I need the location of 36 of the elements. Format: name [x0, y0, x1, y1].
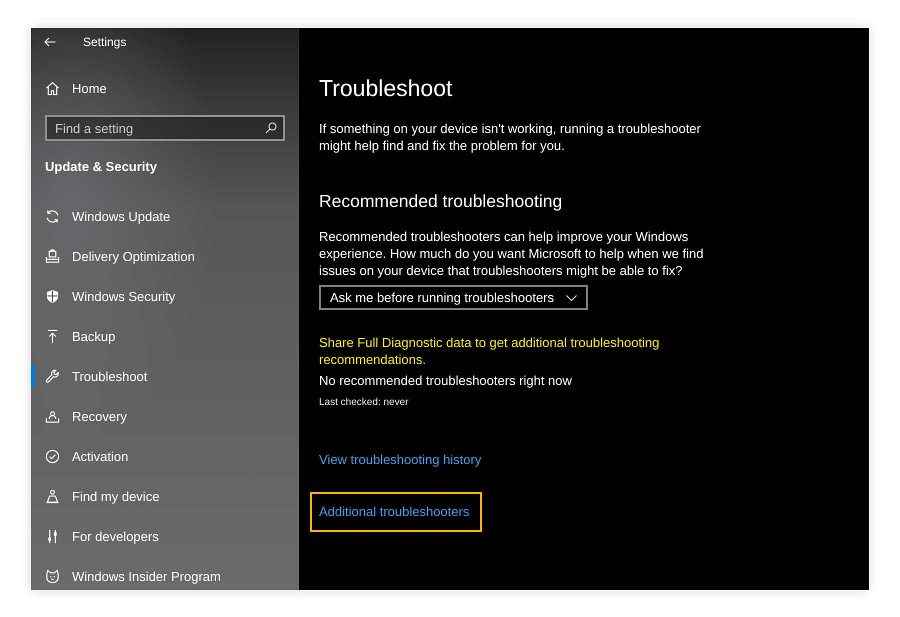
tray-icon: [45, 248, 60, 264]
section-heading: Recommended troubleshooting: [319, 190, 562, 213]
sidebar-item[interactable]: Windows Update: [31, 204, 170, 228]
sidebar-item[interactable]: Delivery Optimization: [31, 244, 195, 268]
sidebar-item[interactable]: Activation: [31, 444, 128, 468]
sidebar-item[interactable]: Recovery: [31, 404, 127, 428]
page-title: Troubleshoot: [319, 74, 452, 103]
search-icon: [265, 122, 277, 134]
upload-arrow-icon: [45, 328, 60, 344]
person-icon: [45, 488, 60, 504]
sidebar-item[interactable]: For developers: [31, 524, 159, 548]
sidebar-item[interactable]: Backup: [31, 324, 116, 348]
diagnostic-data-link[interactable]: Share Full Diagnostic data to get additional troubleshooting recommendations.: [319, 334, 679, 368]
home-icon: [45, 80, 60, 96]
back-arrow-icon: [44, 37, 56, 47]
refresh-icon: [45, 208, 60, 224]
troubleshooting-dropdown[interactable]: Ask me before running troubleshooters: [319, 285, 588, 310]
troubleshooting-link[interactable]: View troubleshooting history: [319, 451, 482, 469]
search-field[interactable]: Find a setting: [45, 115, 285, 141]
sidebar-item[interactable]: Troubleshoot: [31, 364, 148, 388]
wrench-icon: [45, 368, 60, 384]
status-text: No recommended troubleshooters right now: [319, 372, 572, 390]
cat-face-icon: [45, 568, 60, 584]
sidebar-item[interactable]: Windows Insider Program: [31, 564, 221, 588]
chevron-down-icon: [566, 294, 578, 300]
troubleshooting-link[interactable]: Additional troubleshooters: [310, 492, 482, 532]
sidebar-item[interactable]: Find my device: [31, 484, 160, 508]
shield-icon: [45, 288, 60, 304]
description-text: Recommended troubleshooters can help improve your Windows experience. How much do you want Microsoft to help when we find issues on your device that troubleshooters might be able to fix?: [319, 228, 704, 279]
home-link[interactable]: Home: [31, 68, 107, 108]
intro-text: If something on your device isn't working, running a troubleshooter might help find and fix the problem for you.: [319, 120, 702, 154]
sidebar-item[interactable]: Windows Security: [31, 284, 176, 308]
person-tray-icon: [45, 408, 60, 424]
last-checked-text: Last checked: never: [319, 396, 408, 410]
section-heading: Update & Security: [45, 158, 157, 176]
window-title: Settings: [83, 35, 126, 49]
